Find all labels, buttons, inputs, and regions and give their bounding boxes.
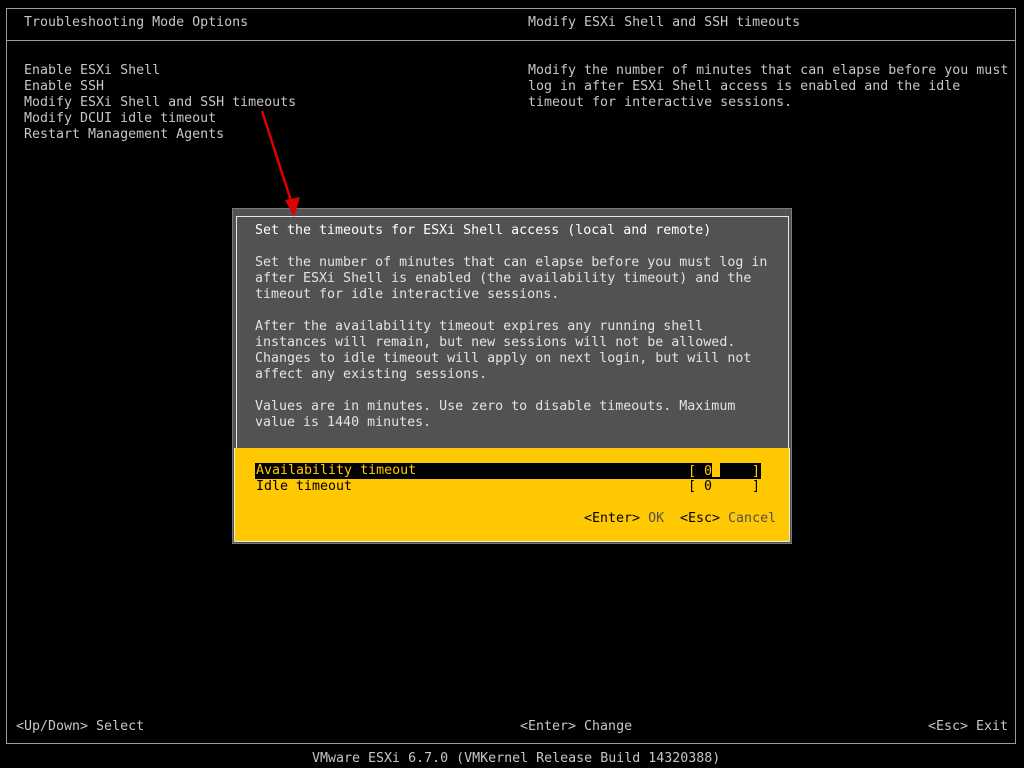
description-line: timeout for interactive sessions. [528, 95, 793, 110]
cancel-button[interactable]: <Esc> Cancel [680, 511, 776, 527]
left-panel-title: Troubleshooting Mode Options [24, 15, 249, 30]
menu-item-enable-esxi-shell[interactable]: Enable ESXi Shell [24, 63, 160, 79]
footer-select-hint: <Up/Down> Select [16, 719, 145, 734]
description-line: log in after ESXi Shell access is enable… [528, 79, 961, 94]
idle-timeout-value[interactable]: 0 [704, 479, 712, 494]
version-bar: VMware ESXi 6.7.0 (VMKernel Release Buil… [312, 751, 721, 766]
menu-item-restart-management-agents[interactable]: Restart Management Agents [24, 127, 224, 143]
text-cursor [712, 463, 721, 477]
dialog-body-line: value is 1440 minutes. [255, 415, 432, 430]
idle-timeout-input[interactable]: [ 0 ] [688, 479, 760, 495]
dialog-body-line: Set the number of minutes that can elaps… [255, 255, 768, 270]
dialog-title: Set the timeouts for ESXi Shell access (… [255, 223, 712, 238]
availability-timeout-label: Availability timeout [256, 463, 417, 478]
dialog-body-line: timeout for idle interactive sessions. [255, 287, 560, 302]
dialog-body-line [255, 303, 767, 319]
menu-item-modify-timeouts[interactable]: Modify ESXi Shell and SSH timeouts [24, 95, 296, 111]
right-panel-title: Modify ESXi Shell and SSH timeouts [528, 15, 801, 30]
ok-key: <Enter> [584, 511, 641, 526]
availability-timeout-row[interactable]: Availability timeout [ 0 ] [255, 463, 761, 479]
cancel-label: Cancel [728, 511, 777, 526]
dialog-body-line: after ESXi Shell is enabled (the availab… [255, 271, 752, 286]
idle-timeout-row[interactable]: Idle timeout [ 0 ] [255, 479, 761, 495]
availability-timeout-value[interactable]: 0 [704, 464, 712, 479]
ok-label: OK [648, 511, 665, 526]
description-line: Modify the number of minutes that can el… [528, 63, 1009, 78]
header-divider [6, 40, 1016, 41]
dialog-body-line: affect any existing sessions. [255, 367, 488, 382]
cancel-key: <Esc> [680, 511, 721, 526]
dialog-body-line: Changes to idle timeout will apply on ne… [255, 351, 752, 366]
menu-item-enable-ssh[interactable]: Enable SSH [24, 79, 104, 95]
idle-timeout-label: Idle timeout [256, 479, 353, 494]
ok-button[interactable]: <Enter> OK [584, 511, 664, 527]
dialog-body-line [255, 383, 767, 399]
footer-change-hint: <Enter> Change [520, 719, 633, 734]
dialog-body-line: After the availability timeout expires a… [255, 319, 704, 334]
dialog-body-line: Values are in minutes. Use zero to disab… [255, 399, 736, 414]
dialog-body: Set the number of minutes that can elaps… [255, 255, 767, 431]
availability-timeout-input[interactable]: [ 0 ] [688, 463, 760, 480]
footer-exit-hint: <Esc> Exit [928, 719, 1009, 734]
menu-item-modify-dcui-idle-timeout[interactable]: Modify DCUI idle timeout [24, 111, 216, 127]
dialog-body-line: instances will remain, but new sessions … [255, 335, 736, 350]
